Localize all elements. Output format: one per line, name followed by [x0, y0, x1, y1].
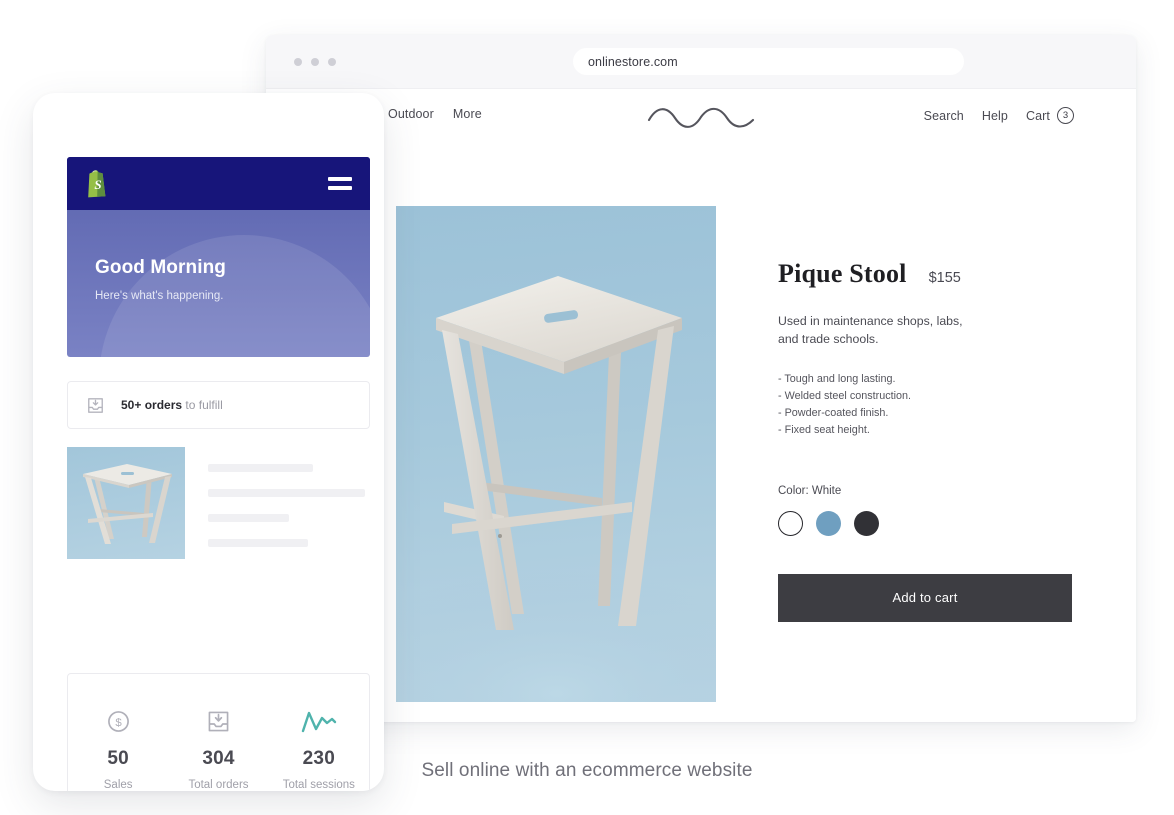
- app-greeting-hero: S Good Morning Here's what's happening.: [67, 157, 370, 357]
- mobile-app-card: S Good Morning Here's what's happening. …: [33, 93, 384, 791]
- orders-to-fulfill-text: 50+ orders to fulfill: [121, 398, 223, 412]
- color-swatch-black[interactable]: [854, 510, 879, 536]
- product-feature-item: - Fixed seat height.: [778, 423, 870, 436]
- minimize-dot-icon[interactable]: [311, 58, 319, 66]
- nav-links-right: Search Help Cart 3: [924, 107, 1074, 124]
- wavy-squiggle-logo-icon[interactable]: [645, 103, 757, 129]
- sparkline-icon: [269, 704, 369, 738]
- product-skeleton-lines: [208, 447, 370, 564]
- color-option-label: Color: White: [778, 484, 842, 497]
- cart-count-badge: 3: [1057, 107, 1074, 124]
- browser-window: onlinestore.com Outdoor More Search Help…: [266, 35, 1136, 722]
- nav-link-help[interactable]: Help: [982, 109, 1008, 123]
- skeleton-line: [208, 464, 314, 472]
- stool-illustration-icon: [396, 276, 716, 702]
- orders-count: 50+ orders: [121, 398, 183, 412]
- nav-link-outdoor[interactable]: Outdoor: [388, 107, 434, 121]
- product-title-row: Pique Stool $155: [778, 259, 1088, 289]
- product-info-panel: Pique Stool $155 Used in maintenance sho…: [778, 259, 1088, 622]
- hamburger-menu-icon[interactable]: [328, 177, 352, 195]
- product-price: $155: [928, 270, 961, 286]
- stool-thumbnail-icon: [83, 464, 172, 544]
- product-thumbnail: [67, 447, 185, 559]
- close-dot-icon[interactable]: [294, 58, 302, 66]
- inbox-download-icon: [168, 704, 268, 738]
- product-feature-item: - Powder-coated finish.: [778, 406, 889, 419]
- product-detail-page: Pique Stool $155 Used in maintenance sho…: [266, 141, 1136, 722]
- greeting-title: Good Morning: [95, 257, 226, 278]
- shopify-bag-logo-icon: S: [88, 170, 106, 198]
- inbox-download-icon: [88, 397, 103, 413]
- app-topbar: [67, 157, 370, 210]
- product-feature-list: - Tough and long lasting. - Welded steel…: [778, 371, 1088, 439]
- address-bar-url: onlinestore.com: [588, 54, 678, 69]
- store-navbar: Outdoor More Search Help Cart 3: [266, 89, 1136, 141]
- page-caption: Sell online with an ecommerce website: [421, 760, 753, 781]
- nav-links-left: Outdoor More: [388, 107, 482, 121]
- orders-suffix: to fulfill: [185, 398, 223, 412]
- greeting-text-block: Good Morning Here's what's happening.: [95, 257, 226, 302]
- skeleton-line: [208, 539, 309, 547]
- product-feature-item: - Welded steel construction.: [778, 389, 912, 402]
- nav-link-search[interactable]: Search: [924, 109, 964, 123]
- color-swatch-blue[interactable]: [816, 510, 841, 536]
- page-root: onlinestore.com Outdoor More Search Help…: [0, 0, 1174, 815]
- color-swatch-group: [778, 510, 1088, 536]
- product-title: Pique Stool: [778, 259, 907, 288]
- window-traffic-lights: [294, 58, 336, 66]
- greeting-subtitle: Here's what's happening.: [95, 290, 224, 302]
- maximize-dot-icon[interactable]: [328, 58, 336, 66]
- orders-to-fulfill-panel[interactable]: 50+ orders to fulfill: [67, 381, 370, 429]
- browser-chrome: onlinestore.com: [266, 35, 1136, 89]
- nav-link-cart[interactable]: Cart 3: [1026, 107, 1074, 124]
- svg-text:$: $: [115, 716, 122, 728]
- svg-text:S: S: [94, 177, 101, 192]
- skeleton-line: [208, 489, 366, 497]
- color-swatch-white[interactable]: [778, 510, 803, 536]
- add-to-cart-button[interactable]: Add to cart: [778, 573, 1072, 622]
- address-bar[interactable]: onlinestore.com: [573, 48, 964, 75]
- product-feature-item: - Tough and long lasting.: [778, 372, 896, 385]
- dollar-circle-icon: $: [68, 704, 168, 738]
- product-description: Used in maintenance shops, labs, and tra…: [778, 314, 963, 346]
- skeleton-line: [208, 514, 289, 522]
- cart-label: Cart: [1025, 108, 1050, 123]
- nav-link-more[interactable]: More: [453, 107, 482, 121]
- app-product-list-item[interactable]: [67, 447, 370, 559]
- product-photo[interactable]: [396, 206, 716, 702]
